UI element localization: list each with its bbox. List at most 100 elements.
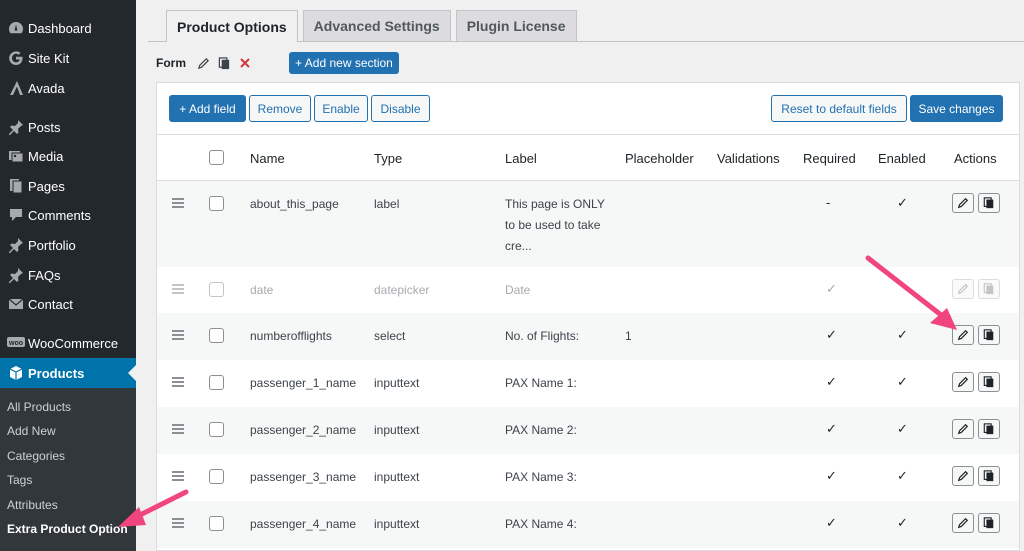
delete-icon[interactable] [236, 54, 254, 72]
table-row[interactable]: passenger_2_name inputtext PAX Name 2: ✓ ✓ [157, 407, 1019, 454]
edit-field-button[interactable] [952, 466, 974, 486]
sidebar-item-label: Avada [28, 80, 65, 96]
copy-icon[interactable] [215, 54, 233, 72]
reset-default-fields-button[interactable]: Reset to default fields [771, 95, 907, 122]
field-name: passenger_2_name [250, 423, 357, 437]
row-checkbox[interactable] [209, 422, 224, 437]
drag-handle-icon[interactable] [172, 198, 184, 210]
submenu-item-extra-product-option[interactable]: Extra Product Option [7, 522, 128, 536]
submenu-item-categories[interactable]: Categories [7, 449, 65, 463]
save-changes-button[interactable]: Save changes [910, 95, 1003, 122]
edit-field-button[interactable] [952, 419, 974, 439]
duplicate-field-button[interactable] [978, 279, 1000, 299]
sidebar-item-woocommerce[interactable]: woo WooCommerce [0, 328, 136, 358]
enabled-check: ✓ [897, 421, 908, 436]
table-row[interactable]: numberofflights select No. of Flights: 1 ✓ ✓ [157, 313, 1019, 360]
submenu-item-tags[interactable]: Tags [7, 473, 32, 487]
pages-icon [0, 178, 28, 194]
edit-field-button[interactable] [952, 372, 974, 392]
copy-icon [983, 329, 994, 341]
column-header-enabled: Enabled [878, 151, 926, 166]
field-type: inputtext [374, 376, 420, 390]
form-label: Form [156, 56, 186, 70]
edit-field-button[interactable] [952, 193, 974, 213]
drag-handle-icon[interactable] [172, 284, 184, 296]
sidebar-item-avada[interactable]: Avada [0, 73, 136, 103]
tab-plugin-license[interactable]: Plugin License [455, 10, 577, 41]
enable-button[interactable]: Enable [314, 95, 368, 122]
sidebar-item-portfolio[interactable]: Portfolio [0, 230, 136, 260]
select-all-checkbox[interactable] [209, 150, 224, 165]
field-placeholder: 1 [625, 329, 632, 343]
table-row[interactable]: date datepicker Date ✓ [157, 267, 1019, 313]
mail-icon [0, 296, 28, 312]
add-new-section-button[interactable]: + Add new section [289, 52, 399, 74]
duplicate-field-button[interactable] [978, 419, 1000, 439]
duplicate-field-button[interactable] [978, 193, 1000, 213]
enabled-check: ✓ [897, 515, 908, 530]
column-header-type: Type [374, 151, 403, 166]
dashboard-icon [0, 20, 28, 36]
sidebar-item-media[interactable]: Media [0, 141, 136, 171]
row-checkbox[interactable] [209, 516, 224, 531]
submenu-item-all-products[interactable]: All Products [7, 400, 71, 414]
form-bar: Form + Add new section [156, 52, 399, 74]
column-header-name: Name [250, 151, 285, 166]
duplicate-field-button[interactable] [978, 325, 1000, 345]
sidebar-item-comments[interactable]: Comments [0, 200, 136, 230]
sidebar-item-posts[interactable]: Posts [0, 112, 136, 142]
add-field-button[interactable]: + Add field [169, 95, 246, 122]
required-check: ✓ [826, 327, 837, 342]
row-checkbox[interactable] [209, 469, 224, 484]
table-row[interactable]: passenger_3_name inputtext PAX Name 3: ✓ ✓ [157, 454, 1019, 501]
field-name: passenger_1_name [250, 376, 357, 390]
duplicate-field-button[interactable] [978, 466, 1000, 486]
copy-icon [983, 197, 994, 209]
field-type: inputtext [374, 423, 420, 437]
table-row[interactable]: passenger_1_name inputtext PAX Name 1: ✓ ✓ [157, 360, 1019, 407]
duplicate-field-button[interactable] [978, 372, 1000, 392]
tab-advanced-settings[interactable]: Advanced Settings [302, 10, 451, 41]
edit-field-button[interactable] [952, 279, 974, 299]
sidebar-item-label: Dashboard [28, 20, 92, 36]
sidebar-item-label: Portfolio [28, 237, 76, 253]
drag-handle-icon[interactable] [172, 424, 184, 436]
sidebar-item-faqs[interactable]: FAQs [0, 260, 136, 290]
row-checkbox[interactable] [209, 375, 224, 390]
sidebar-item-products[interactable]: Products [0, 358, 136, 388]
required-check: ✓ [826, 281, 837, 296]
drag-handle-icon[interactable] [172, 518, 184, 530]
edit-field-button[interactable] [952, 513, 974, 533]
sidebar-item-pages[interactable]: Pages [0, 171, 136, 201]
box-icon [0, 365, 28, 381]
pencil-icon [957, 517, 969, 529]
sidebar-item-contact[interactable]: Contact [0, 289, 136, 319]
submenu-item-attributes[interactable]: Attributes [7, 498, 58, 512]
pencil-icon[interactable] [194, 54, 212, 72]
drag-handle-icon[interactable] [172, 377, 184, 389]
table-row[interactable]: about_this_page label This page is ONLY to … [157, 181, 1019, 267]
row-checkbox[interactable] [209, 282, 224, 297]
field-type: datepicker [374, 283, 430, 297]
sidebar-item-dashboard[interactable]: Dashboard [0, 13, 136, 43]
table-row[interactable]: passenger_4_name inputtext PAX Name 4: ✓ ✓ [157, 501, 1019, 548]
tab-product-options[interactable]: Product Options [166, 10, 298, 42]
duplicate-field-button[interactable] [978, 513, 1000, 533]
copy-icon [983, 283, 994, 295]
field-label: PAX Name 4: [505, 517, 577, 531]
disable-button[interactable]: Disable [371, 95, 430, 122]
copy-icon [983, 470, 994, 482]
row-checkbox[interactable] [209, 196, 224, 211]
row-checkbox[interactable] [209, 328, 224, 343]
remove-button[interactable]: Remove [249, 95, 311, 122]
drag-handle-icon[interactable] [172, 471, 184, 483]
submenu-item-add-new[interactable]: Add New [7, 424, 56, 438]
drag-handle-icon[interactable] [172, 330, 184, 342]
required-check: ✓ [826, 374, 837, 389]
field-type: inputtext [374, 470, 420, 484]
edit-field-button[interactable] [952, 325, 974, 345]
enabled-check: ✓ [897, 327, 908, 342]
field-type: label [374, 197, 400, 211]
required-check: ✓ [826, 421, 837, 436]
sidebar-item-site-kit[interactable]: Site Kit [0, 43, 136, 73]
